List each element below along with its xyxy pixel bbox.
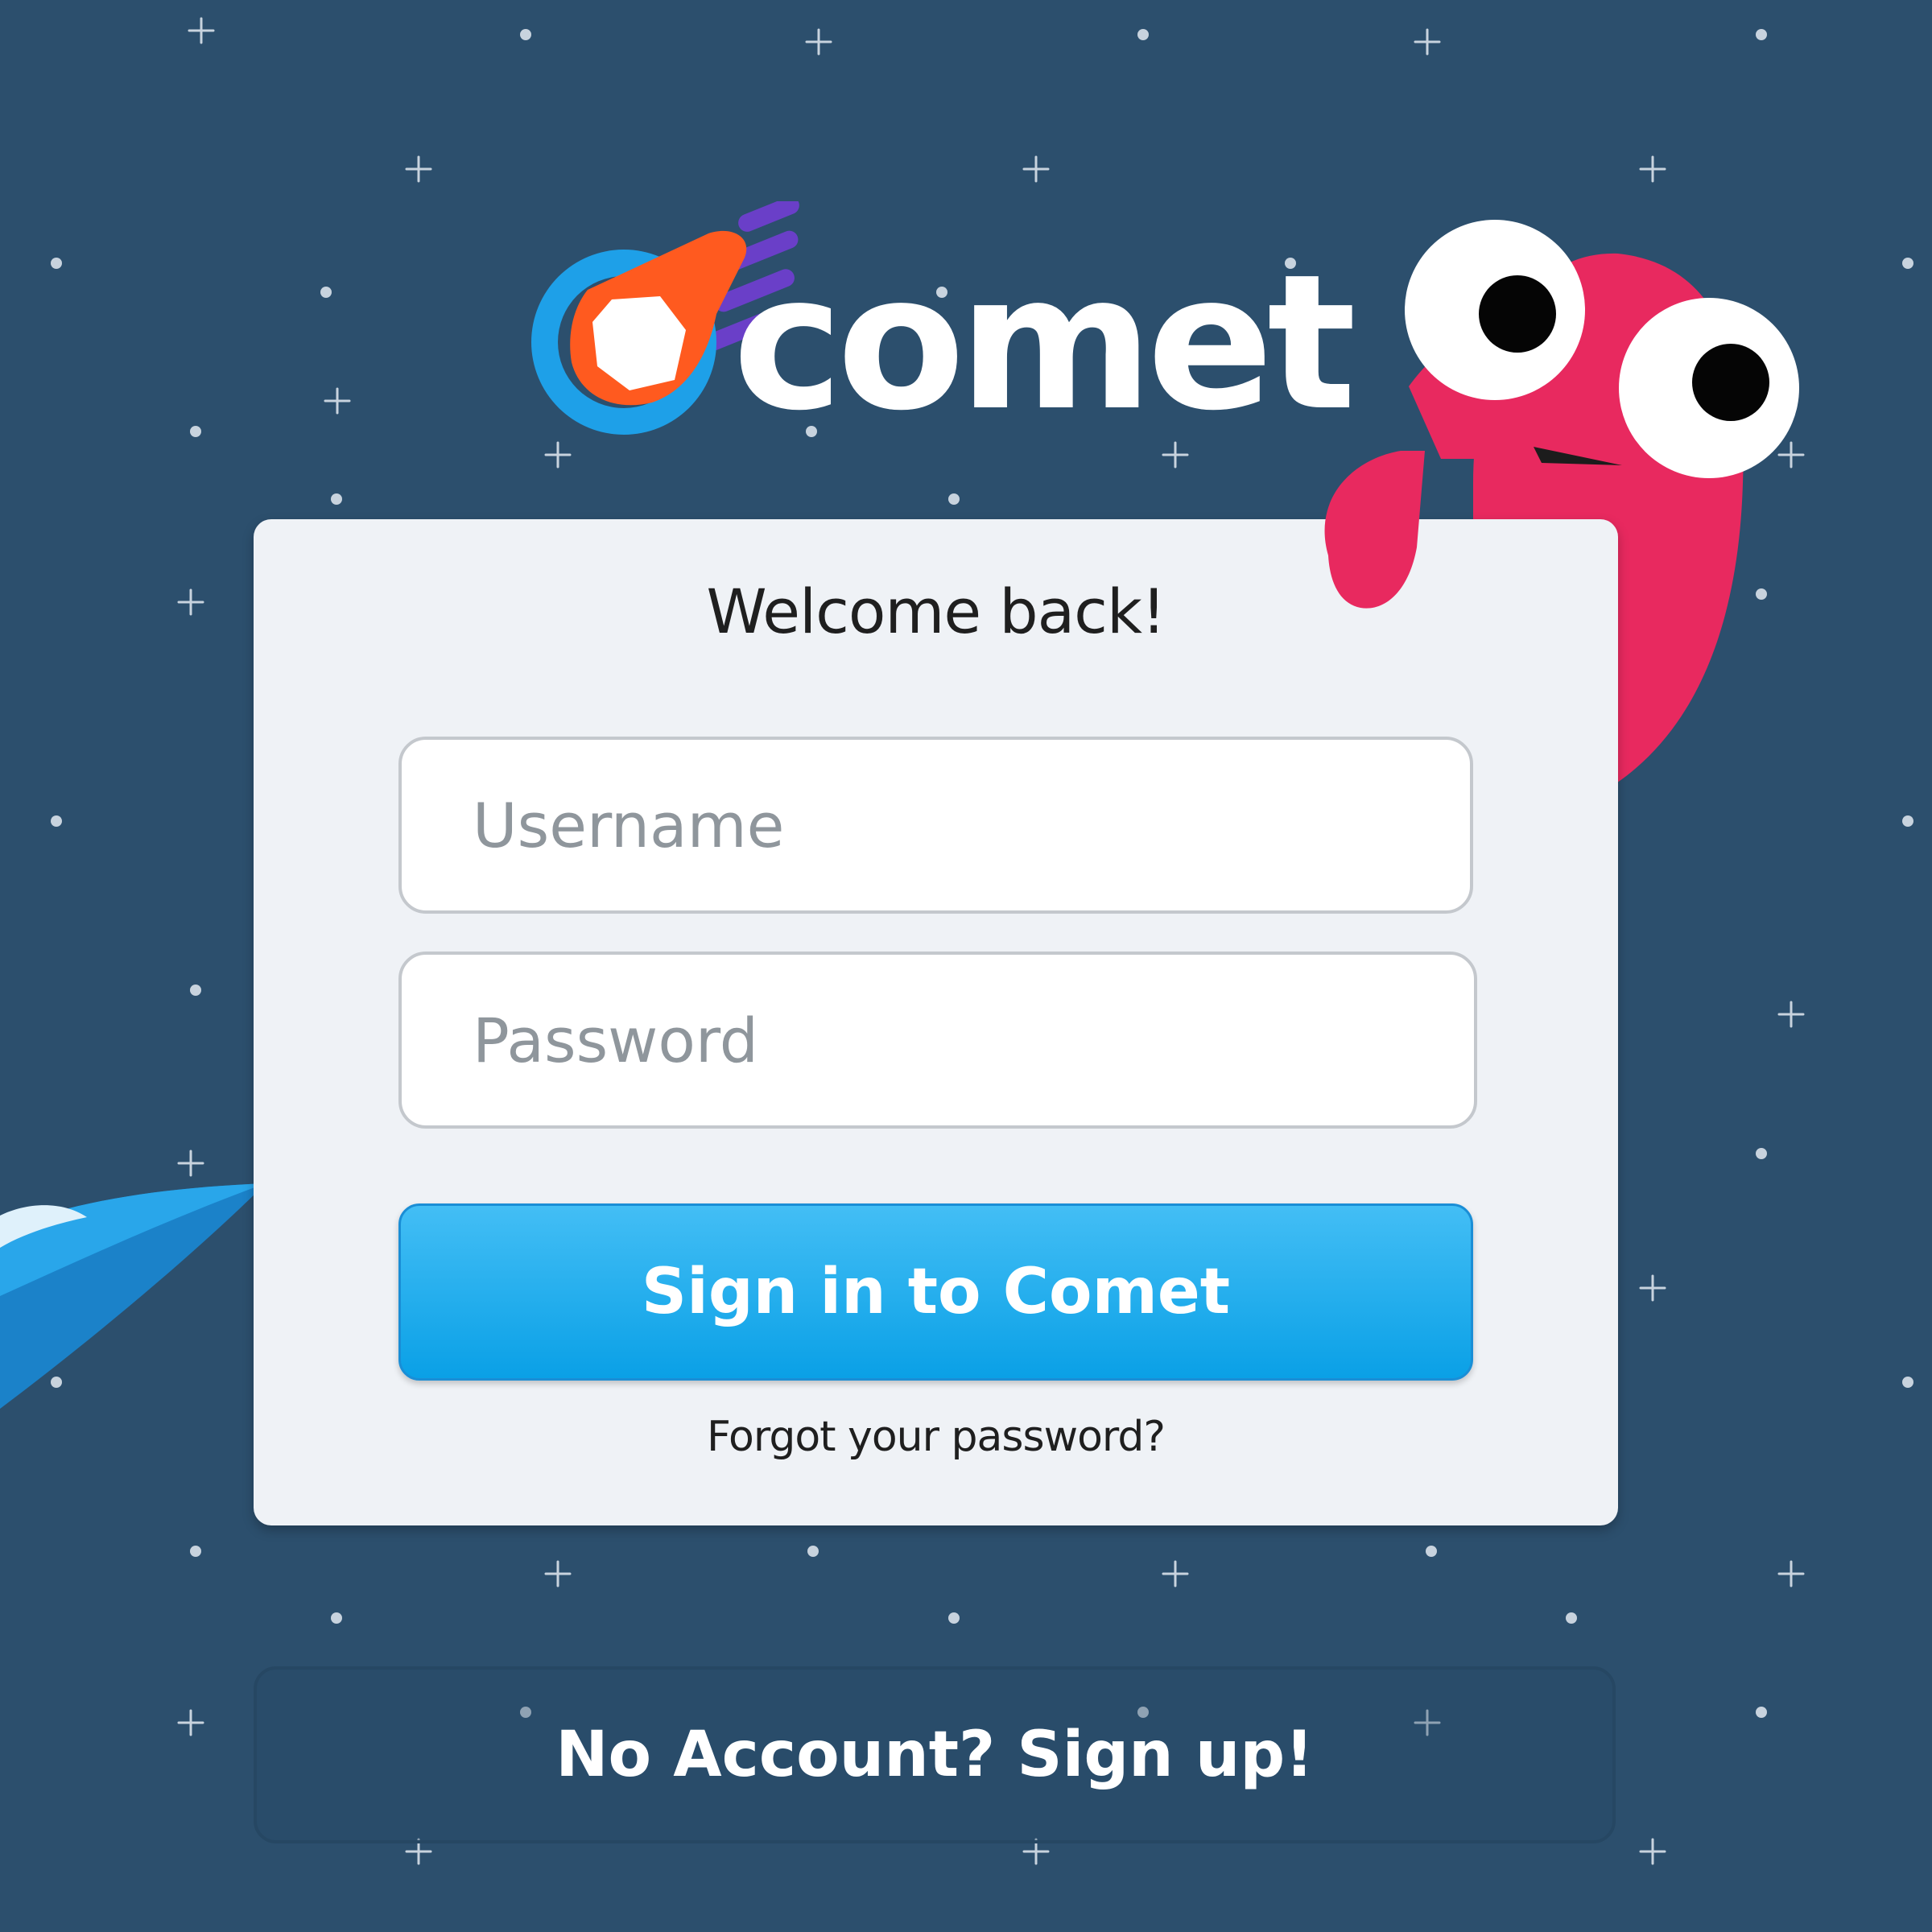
comet-logo: comet — [531, 201, 1356, 459]
rocket-illustration — [0, 1183, 266, 1409]
monster-left-eye — [1405, 220, 1585, 400]
password-input[interactable] — [398, 952, 1477, 1129]
sign-up-button[interactable]: No Account? Sign up! — [254, 1666, 1616, 1843]
comet-wordmark: comet — [733, 234, 1356, 452]
forgot-password-link[interactable]: Forgot your password? — [0, 1413, 1872, 1461]
monster-right-eye — [1619, 298, 1799, 478]
sign-in-button[interactable]: Sign in to Comet — [398, 1203, 1473, 1381]
welcome-heading: Welcome back! — [706, 576, 1166, 647]
username-input[interactable] — [398, 737, 1473, 914]
